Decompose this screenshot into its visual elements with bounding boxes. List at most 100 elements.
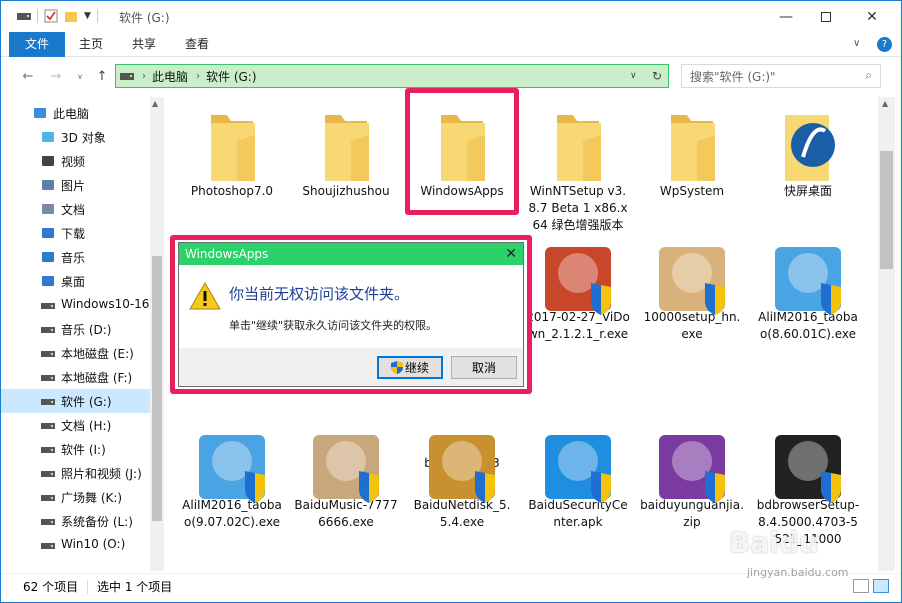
warning-icon xyxy=(189,281,221,310)
dialog-close-icon[interactable]: ✕ xyxy=(505,243,517,265)
file-item[interactable]: BaiduMusic-77776666.exe xyxy=(292,415,400,531)
continue-button[interactable]: 继续 xyxy=(377,356,443,379)
sidebar-item[interactable]: 广场舞 (K:) xyxy=(1,485,151,509)
tab-view[interactable]: 查看 xyxy=(176,32,218,57)
ie-icon xyxy=(543,415,613,503)
tab-share[interactable]: 共享 xyxy=(123,32,165,57)
sidebar-item[interactable]: 软件 (G:) xyxy=(1,389,151,413)
sidebar-item-label: 软件 (I:) xyxy=(61,443,106,457)
tab-home[interactable]: 主页 xyxy=(71,32,111,57)
cancel-label: 取消 xyxy=(471,361,496,375)
file-item[interactable]: Shoujizhushou xyxy=(292,101,400,200)
sidebar-item-label: Windows10-16 xyxy=(61,297,150,311)
sidebar-item[interactable]: 软件 (I:) xyxy=(1,437,151,461)
large-icons-view-icon[interactable] xyxy=(873,579,889,593)
breadcrumb-chevron-icon[interactable]: › xyxy=(142,71,146,82)
details-view-icon[interactable] xyxy=(853,579,869,593)
expand-ribbon-icon[interactable]: ∨ xyxy=(853,38,860,49)
sidebar-item[interactable]: 系统备份 (L:) xyxy=(1,509,151,533)
sidebar-item[interactable]: 文档 xyxy=(1,197,151,221)
folder-icon xyxy=(311,101,381,183)
file-item[interactable]: 10000setup_hn.exe xyxy=(638,227,746,343)
file-item-label: WpSystem xyxy=(659,184,725,198)
file-item[interactable]: AliIM2016_taobao(9.07.02C).exe xyxy=(178,415,286,531)
drive-icon xyxy=(41,514,55,528)
file-item[interactable]: WpSystem xyxy=(638,101,746,200)
dialog-title: WindowsApps xyxy=(185,247,269,261)
dialog-heading: 你当前无权访问该文件夹。 xyxy=(229,285,410,303)
file-item-label: Photoshop7.0 xyxy=(190,184,274,198)
file-item[interactable]: BaiduNetdisk_5.5.4.exe xyxy=(408,415,516,531)
breadcrumb-this-pc[interactable]: 此电脑 xyxy=(152,68,188,85)
address-row: ← → ∨ ↑ › 此电脑 › 软件 (G:) ∨ ↻ 搜索"软件 (G:)" … xyxy=(1,61,901,91)
file-item[interactable]: Photoshop7.0 xyxy=(178,101,286,200)
file-item[interactable]: BaiduSecurityCenter.apk xyxy=(524,415,632,531)
file-item[interactable]: 2017-02-27_ViDown_2.1.2.1_r.exe xyxy=(524,227,632,343)
desktop-icon xyxy=(41,274,55,288)
sidebar-item[interactable]: 照片和视频 (J:) xyxy=(1,461,151,485)
sidebar-item[interactable]: 文档 (H:) xyxy=(1,413,151,437)
sidebar-item-label: 音乐 xyxy=(61,251,86,265)
aliwangwang-icon xyxy=(773,227,843,315)
scroll-up-icon[interactable]: ▲ xyxy=(882,99,888,108)
chevron-down-icon[interactable]: ∨ xyxy=(630,71,637,81)
explorer-window: ▼ 软件 (G:) — ✕ 文件 主页 共享 查看 ∨ ? ← → ∨ ↑ › … xyxy=(0,0,902,603)
sidebar-item-label: 文档 xyxy=(61,203,86,217)
sidebar-item-label: 广场舞 (K:) xyxy=(61,491,123,505)
file-item[interactable]: WinNTSetup v3.8.7 Beta 1 x86.x64 绿色增强版本 xyxy=(524,101,632,234)
scroll-up-icon[interactable]: ▲ xyxy=(152,99,158,108)
forward-button[interactable]: → xyxy=(47,67,65,85)
maximize-button[interactable] xyxy=(803,1,849,32)
file-item[interactable]: 快屏桌面 xyxy=(754,101,862,200)
back-button[interactable]: ← xyxy=(19,67,37,85)
computer-icon xyxy=(33,106,47,120)
customize-qat-icon[interactable]: ▼ xyxy=(84,11,91,21)
sidebar-item[interactable]: 音乐 xyxy=(1,245,151,269)
breadcrumb-drive-g[interactable]: 软件 (G:) xyxy=(206,68,257,85)
breadcrumb-chevron-icon[interactable]: › xyxy=(196,71,200,82)
drive-icon xyxy=(41,466,55,480)
cancel-button[interactable]: 取消 xyxy=(451,356,517,379)
sidebar-item[interactable]: Windows10-16 xyxy=(1,293,151,317)
refresh-icon[interactable]: ↻ xyxy=(652,69,662,83)
file-item[interactable]: baiduyunguanjia.zip xyxy=(638,415,746,531)
access-denied-dialog: WindowsApps ✕ 你当前无权访问该文件夹。 单击"继续"获取永久访问该… xyxy=(178,242,524,387)
file-item[interactable]: AliIM2016_taobao(8.60.01C).exe xyxy=(754,227,862,343)
arrow-left-icon: ← xyxy=(22,68,34,84)
properties-icon[interactable] xyxy=(44,9,58,23)
help-icon[interactable]: ? xyxy=(877,37,892,52)
content-scrollbar-thumb[interactable] xyxy=(880,151,893,269)
sidebar-item-label: 3D 对象 xyxy=(61,131,106,145)
recent-locations-button[interactable]: ∨ xyxy=(71,67,89,85)
up-button[interactable]: ↑ xyxy=(93,67,111,85)
music-icon xyxy=(41,250,55,264)
maximize-icon xyxy=(821,11,831,22)
sidebar-item[interactable]: 下载 xyxy=(1,221,151,245)
sidebar-item[interactable]: 本地磁盘 (E:) xyxy=(1,341,151,365)
continue-label: 继续 xyxy=(404,361,429,375)
sidebar-item-label: 照片和视频 (J:) xyxy=(61,467,142,481)
sidebar-item[interactable]: 3D 对象 xyxy=(1,125,151,149)
sidebar-item[interactable]: 本地磁盘 (F:) xyxy=(1,365,151,389)
sidebar-item[interactable]: 此电脑 xyxy=(1,101,151,125)
sidebar-item[interactable]: 视频 xyxy=(1,149,151,173)
close-button[interactable]: ✕ xyxy=(849,1,895,32)
tab-file[interactable]: 文件 xyxy=(9,32,65,57)
folder-icon xyxy=(657,101,727,183)
baidu-netdisk-icon xyxy=(427,415,497,503)
sidebar-item-label: 软件 (G:) xyxy=(61,395,112,409)
selection-count: 选中 1 个项目 xyxy=(97,580,173,594)
sidebar-item-label: 音乐 (D:) xyxy=(61,323,112,337)
sidebar-item[interactable]: 音乐 (D:) xyxy=(1,317,151,341)
new-folder-icon[interactable] xyxy=(64,9,78,23)
address-bar[interactable]: › 此电脑 › 软件 (G:) ∨ ↻ xyxy=(115,64,669,88)
sidebar-item[interactable]: Win10 (O:) xyxy=(1,533,151,557)
sidebar-scrollbar-thumb[interactable] xyxy=(152,256,162,521)
quick-access-toolbar: ▼ xyxy=(17,9,98,23)
sidebar-item[interactable]: 桌面 xyxy=(1,269,151,293)
sidebar-item[interactable]: 图片 xyxy=(1,173,151,197)
video-icon xyxy=(41,154,55,168)
drive-icon xyxy=(41,490,55,504)
search-input[interactable]: 搜索"软件 (G:)" ⌕ xyxy=(681,64,881,88)
pictures-icon xyxy=(41,178,55,192)
